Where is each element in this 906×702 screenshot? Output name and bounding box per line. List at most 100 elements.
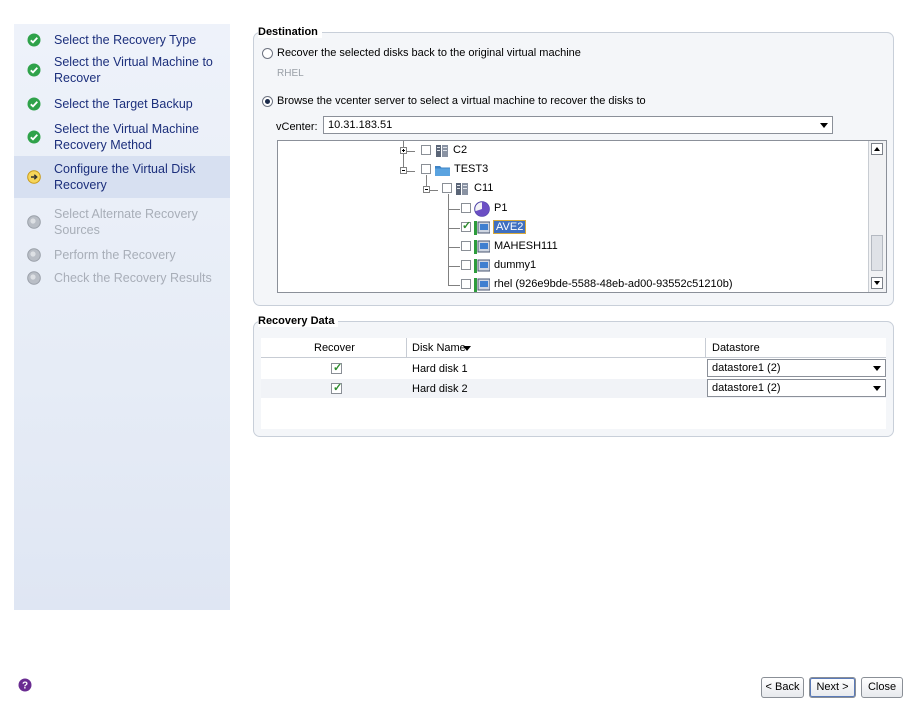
scroll-down-icon[interactable] [871, 277, 883, 289]
back-button[interactable]: < Back [761, 677, 804, 698]
tree-node-checkbox[interactable] [442, 183, 452, 193]
step-perform-recovery: Perform the Recovery [14, 247, 230, 263]
cluster-icon [456, 183, 468, 195]
resource-pool-icon [474, 201, 490, 217]
step-configure-disk-recovery: Configure the Virtual Disk Recovery [14, 156, 230, 198]
radio-original-vm[interactable] [262, 48, 273, 59]
next-button[interactable]: Next > [809, 677, 856, 698]
vm-icon [474, 278, 490, 292]
tree-node-checkbox[interactable] [461, 241, 471, 251]
tree-node-label: TEST3 [454, 163, 489, 175]
check-circle-icon [27, 97, 41, 111]
step-label: Check the Recovery Results [54, 271, 212, 285]
step-label: Select the Virtual Machine to Recover [54, 55, 213, 85]
disk-name-cell: Hard disk 1 [412, 363, 468, 375]
datastore-select[interactable]: datastore1 (2) [707, 379, 886, 397]
pending-circle-icon [27, 271, 41, 285]
sort-descending-icon [463, 346, 471, 351]
tree-node-label: P1 [494, 202, 508, 214]
step-label: Select the Recovery Type [54, 33, 197, 47]
radio-original-vm-label: Recover the selected disks back to the o… [277, 47, 581, 59]
vcenter-label: vCenter: [276, 121, 318, 133]
arrow-circle-icon [27, 170, 41, 184]
step-label: Select the Target Backup [54, 97, 193, 111]
tree-node-mahesh111[interactable]: MAHESH111 [278, 239, 868, 255]
datastore-value: datastore1 (2) [712, 362, 781, 374]
vm-icon [474, 240, 490, 254]
datastore-value: datastore1 (2) [712, 382, 781, 394]
recovery-data-title: Recovery Data [258, 315, 339, 327]
step-label: Select the Virtual Machine Recovery Meth… [54, 122, 199, 152]
tree-node-rhel[interactable]: rhel (926e9bde-5588-48eb-ad00-93552c5121… [278, 277, 868, 292]
check-circle-icon [27, 63, 41, 77]
cluster-icon [436, 145, 448, 157]
table-row: Hard disk 1 datastore1 (2) [261, 359, 886, 378]
vm-icon [474, 259, 490, 273]
vm-icon [474, 221, 490, 235]
step-select-recovery-type: Select the Recovery Type [14, 32, 230, 48]
step-label: Configure the Virtual Disk Recovery [54, 162, 196, 192]
vcenter-select[interactable]: 10.31.183.51 [323, 116, 833, 134]
scroll-up-icon[interactable] [871, 143, 883, 155]
recover-checkbox[interactable] [331, 361, 342, 374]
destination-title: Destination [258, 26, 322, 38]
tree-node-checkbox[interactable] [461, 219, 471, 232]
folder-icon [435, 166, 450, 176]
tree-node-dummy1[interactable]: dummy1 [278, 258, 868, 274]
column-header-datastore[interactable]: Datastore [712, 342, 760, 354]
svg-text:?: ? [22, 681, 28, 692]
step-select-recovery-method: Select the Virtual Machine Recovery Meth… [14, 121, 230, 153]
recovery-data-table: Recover Disk Name Datastore Hard disk 1 … [261, 338, 886, 429]
tree-node-label: dummy1 [494, 259, 537, 271]
tree-node-test3[interactable]: TEST3 [278, 162, 868, 178]
column-header-recover[interactable]: Recover [314, 342, 355, 354]
step-select-target-backup: Select the Target Backup [14, 96, 230, 112]
pending-circle-icon [27, 248, 41, 262]
step-label: Perform the Recovery [54, 248, 176, 262]
step-check-results: Check the Recovery Results [14, 270, 230, 286]
column-divider [406, 338, 407, 357]
step-select-vm: Select the Virtual Machine to Recover [14, 54, 230, 86]
tree-node-p1[interactable]: P1 [278, 201, 868, 217]
radio-browse-vcenter-label: Browse the vcenter server to select a vi… [277, 95, 646, 107]
tree-node-checkbox[interactable] [461, 203, 471, 213]
collapse-icon[interactable] [400, 167, 407, 174]
tree-scrollbar[interactable] [868, 141, 886, 292]
scroll-thumb[interactable] [871, 235, 883, 271]
original-vm-name: RHEL [277, 68, 304, 79]
chevron-down-icon [873, 366, 881, 371]
column-divider [705, 338, 706, 357]
chevron-down-icon [820, 123, 828, 128]
tree-node-c11[interactable]: C11 [278, 181, 868, 197]
expand-icon[interactable] [400, 147, 407, 154]
recover-checkbox[interactable] [331, 381, 342, 394]
table-row: Hard disk 2 datastore1 (2) [261, 379, 886, 398]
tree-node-label: C11 [474, 182, 494, 194]
help-icon[interactable]: ? [18, 678, 32, 692]
step-label: Select Alternate Recovery Sources [54, 207, 198, 237]
pending-circle-icon [27, 215, 41, 229]
collapse-icon[interactable] [423, 186, 430, 193]
tree-node-label: AVE2 [493, 220, 527, 234]
column-header-disk-name[interactable]: Disk Name [412, 342, 466, 354]
tree-node-checkbox[interactable] [421, 145, 431, 155]
tree-node-ave2[interactable]: AVE2 [278, 219, 868, 236]
tree-node-c2[interactable]: C2 [278, 143, 868, 159]
disk-name-cell: Hard disk 2 [412, 383, 468, 395]
close-button[interactable]: Close [861, 677, 903, 698]
tree-node-label: rhel (926e9bde-5588-48eb-ad00-93552c5121… [494, 278, 733, 290]
wizard-sidebar: Select the Recovery Type Select the Virt… [14, 24, 230, 610]
check-circle-icon [27, 130, 41, 144]
tree-node-label: MAHESH111 [494, 240, 558, 252]
radio-browse-vcenter[interactable] [262, 96, 273, 107]
vcenter-value: 10.31.183.51 [328, 119, 393, 131]
check-circle-icon [27, 33, 41, 47]
chevron-down-icon [873, 386, 881, 391]
tree-node-checkbox[interactable] [421, 164, 431, 174]
step-alternate-sources: Select Alternate Recovery Sources [14, 206, 230, 238]
datastore-select[interactable]: datastore1 (2) [707, 359, 886, 377]
tree-node-label: C2 [453, 144, 468, 156]
tree-node-checkbox[interactable] [461, 260, 471, 270]
vcenter-tree[interactable]: C2 TEST3 C11 P1 AVE2 MAHESH111 dummy1 [277, 140, 887, 293]
tree-node-checkbox[interactable] [461, 279, 471, 289]
